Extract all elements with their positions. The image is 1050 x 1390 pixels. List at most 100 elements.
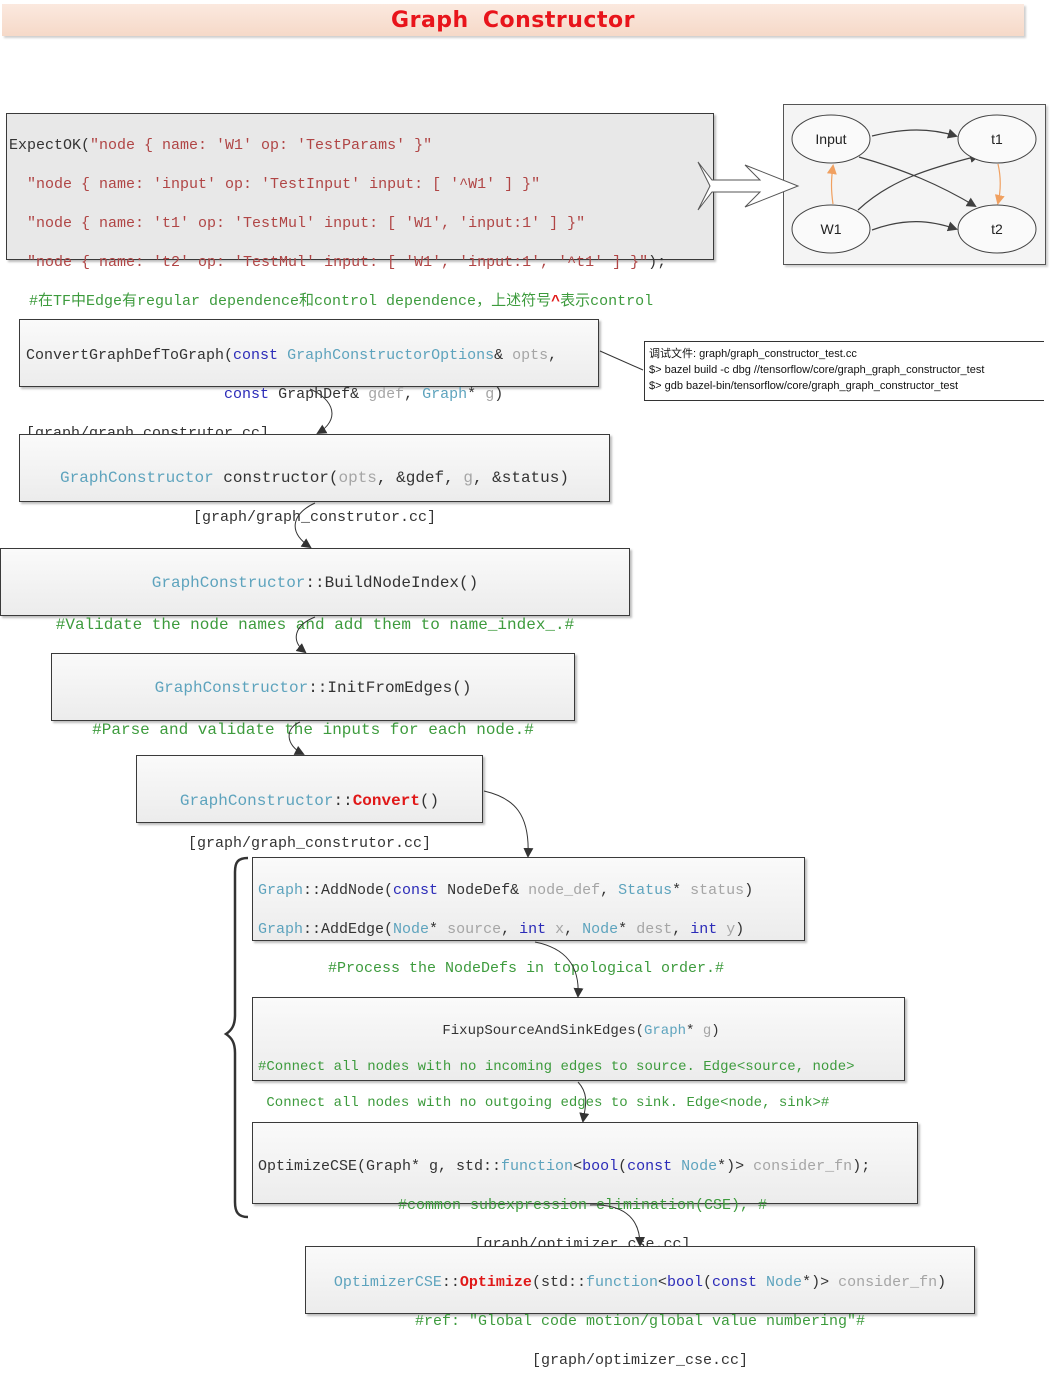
fn-name: constructor(	[223, 468, 339, 487]
signature-line: GraphConstructor constructor(opts, &gdef…	[60, 468, 569, 487]
punct: ,	[548, 346, 558, 364]
class-name: GraphConstructor	[151, 574, 306, 592]
keyword: const	[224, 385, 270, 403]
signature-line: GraphConstructor::BuildNodeIndex()	[1, 573, 629, 594]
fn-name: ::AddNode(	[303, 881, 394, 899]
signature-add-edge: Graph::AddEdge(Node* source, int x, Node…	[258, 920, 745, 938]
param: dest	[636, 920, 673, 938]
code-line-4: "node { name: 't2' op: 'TestMul' input: …	[9, 253, 713, 273]
type-name: NodeDef&	[447, 881, 520, 899]
signature-line: OptimizerCSE::Optimize(std::function<boo…	[306, 1273, 974, 1293]
code-string: "node { name: 'input' op: 'TestInput' in…	[27, 175, 541, 193]
param: g	[463, 468, 473, 487]
punct: *	[672, 881, 682, 899]
param: gdef	[368, 385, 405, 403]
graph-example-panel	[783, 104, 1046, 265]
punct: ::	[441, 1273, 460, 1291]
type-name: GraphConstructor	[60, 468, 214, 487]
fn-name: ConvertGraphDefToGraph(	[26, 346, 234, 364]
param: &gdef	[396, 468, 445, 487]
signature-line: GraphConstructor::Convert()	[137, 791, 482, 812]
class-name: OptimizerCSE	[333, 1273, 442, 1291]
type-name: function	[501, 1157, 574, 1175]
comment: #ref: "Global code motion/global value n…	[414, 1312, 866, 1330]
param: node_def	[528, 881, 601, 899]
punct: <	[573, 1157, 583, 1175]
class-name: Graph	[258, 920, 304, 938]
punct: (	[618, 1157, 628, 1175]
punct: ()	[419, 792, 440, 810]
type-name: function	[585, 1273, 658, 1291]
comment: #common subexpression elimination(CSE), …	[397, 1196, 768, 1214]
comment-text: 表示control	[560, 292, 654, 310]
source-file: [graph/graph_construtor.cc]	[187, 835, 432, 852]
param: g	[702, 1023, 712, 1039]
step-fixup-source-sink-edges: FixupSourceAndSinkEdges(Graph* g) #Conne…	[252, 997, 905, 1147]
type-name: GraphConstructorOptions	[287, 346, 495, 364]
type-name: Node	[681, 1157, 718, 1175]
step-optimizer-cse-optimize: OptimizerCSE::Optimize(std::function<boo…	[305, 1246, 975, 1369]
param: consider_fn	[838, 1273, 938, 1291]
signature-line: GraphConstructor::InitFromEdges()	[52, 678, 574, 699]
code-line-1: ExpectOK("node { name: 'W1' op: 'TestPar…	[9, 136, 713, 156]
comment-line-1: #Connect all nodes with no incoming edge…	[258, 1059, 855, 1075]
comment-line-2: Connect all nodes with no outgoing edges…	[258, 1095, 830, 1111]
type-name: Graph	[422, 385, 468, 403]
keyword: bool	[582, 1157, 619, 1175]
fn-name: ::BuildNodeIndex()	[305, 574, 479, 592]
punct: *	[467, 385, 477, 403]
class-name: GraphConstructor	[154, 679, 309, 697]
punct: );	[852, 1157, 871, 1175]
keyword: const	[233, 346, 279, 364]
keyword: bool	[666, 1273, 703, 1291]
punct: )	[494, 385, 504, 403]
keyword: int	[519, 920, 547, 938]
signature-line: OptimizeCSE(Graph* g, std::function<bool…	[258, 1157, 917, 1177]
expect-ok-code-block: ExpectOK("node { name: 'W1' op: 'TestPar…	[6, 113, 714, 388]
code-fn: ExpectOK(	[9, 136, 91, 154]
type-name: Status	[618, 881, 673, 899]
comment-text: #在TF中Edge有regular dependence和control dep…	[29, 292, 552, 310]
step-graph-constructor: GraphConstructor constructor(opts, &gdef…	[19, 434, 610, 526]
punct: )	[711, 1023, 720, 1039]
type-name: Node	[582, 920, 619, 938]
debug-note: 调试文件: graph/graph_constructor_test.cc $> …	[644, 341, 1044, 401]
code-comment-1: #在TF中Edge有regular dependence和control dep…	[9, 292, 713, 312]
punct: ::	[333, 792, 353, 810]
type-name: Node	[393, 920, 430, 938]
punct: ,	[404, 385, 414, 403]
punct: *)>	[802, 1273, 839, 1291]
code-string: "node { name: 't2' op: 'TestMul' input: …	[27, 253, 649, 271]
punct: <	[657, 1273, 667, 1291]
class-name: Graph	[258, 881, 304, 899]
step-convert: GraphConstructor::Convert() [graph/graph…	[136, 755, 483, 852]
fn-name: ::AddEdge(	[303, 920, 394, 938]
code-string: "node { name: 't1' op: 'TestMul' input: …	[27, 214, 586, 232]
punct: )	[937, 1273, 947, 1291]
type-name: GraphDef&	[278, 385, 360, 403]
code-line-2: "node { name: 'input' op: 'TestInput' in…	[9, 175, 713, 195]
param: g	[485, 385, 495, 403]
param: opts	[338, 468, 377, 487]
param: status	[690, 881, 745, 899]
caret-symbol: ^	[551, 292, 561, 310]
punct: (	[703, 1273, 713, 1291]
keyword: const	[712, 1273, 758, 1291]
debug-note-line-1: 调试文件: graph/graph_constructor_test.cc	[649, 348, 857, 360]
title-banner: Graph Constructor	[2, 4, 1024, 36]
param: x	[555, 920, 565, 938]
param: source	[447, 920, 502, 938]
code-string: "node { name: 'W1' op: 'TestParams' }"	[90, 136, 433, 154]
step-convert-graphdef-to-graph: ConvertGraphDefToGraph(const GraphConstr…	[19, 319, 599, 442]
type-name: Graph	[644, 1023, 687, 1039]
keyword: const	[393, 881, 439, 899]
punct: (std::	[531, 1273, 586, 1291]
step-build-node-index: GraphConstructor::BuildNodeIndex() #Vali…	[0, 548, 630, 676]
param: &status)	[492, 468, 569, 487]
param: opts	[512, 346, 549, 364]
step-add-node-add-edge: Graph::AddNode(const NodeDef& node_def, …	[252, 857, 805, 1016]
step-init-from-edges: GraphConstructor::InitFromEdges() #Parse…	[51, 653, 575, 781]
keyword: const	[627, 1157, 673, 1175]
punct: *	[686, 1023, 703, 1039]
comment: #Process the NodeDefs in topological ord…	[327, 959, 725, 977]
